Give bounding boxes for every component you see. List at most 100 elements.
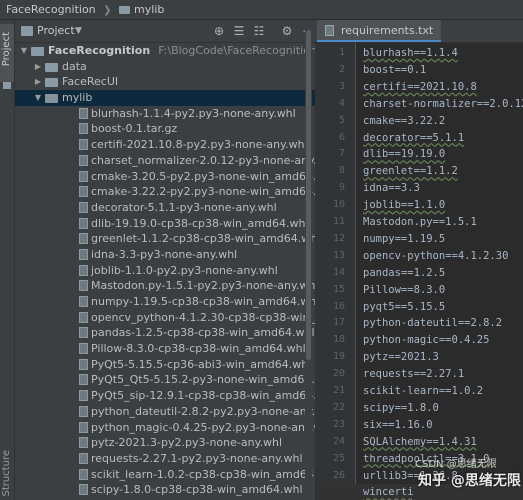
tree-file[interactable]: pandas-1.2.5-cp38-cp38-win_amd64.whl xyxy=(15,325,315,341)
tree-file[interactable]: dlib-19.19.0-cp38-cp38-win_amd64.whl xyxy=(15,216,315,232)
file-icon xyxy=(79,201,88,213)
tree-file[interactable]: decorator-5.1.1-py3-none-any.whl xyxy=(15,200,315,216)
chevron-down-icon[interactable]: ▼ xyxy=(33,90,43,106)
project-tree: ▼ FaceRecognition F:\BlogCode\FaceRecogni… xyxy=(15,43,315,498)
file-icon xyxy=(79,123,88,135)
tree-file[interactable]: pytz-2021.3-py2.py3-none-any.whl xyxy=(15,435,315,451)
tree-file[interactable]: python_dateutil-2.8.2-py2.py3-none-any.w… xyxy=(15,404,315,420)
tree-file[interactable]: requests-2.27.1-py2.py3-none-any.whl xyxy=(15,451,315,467)
tree-file[interactable]: certifi-2021.10.8-py2.py3-none-any.whl xyxy=(15,137,315,153)
file-icon xyxy=(79,311,88,323)
tree-file[interactable]: scikit_learn-1.0.2-cp38-cp38-win_amd64.w… xyxy=(15,467,315,483)
folder-label: mylib xyxy=(62,91,93,105)
code-line: certifi==2021.10.8 xyxy=(363,80,477,93)
tree-file[interactable]: python_magic-0.4.25-py2.py3-none-any.whl xyxy=(15,420,315,436)
tree-file[interactable]: idna-3.3-py3-none-any.whl xyxy=(15,247,315,263)
editor: requirements.txt 1 2 3 4 5 6 7 8 9 10 11 12 13 14 15 16… xyxy=(315,20,523,500)
tree-file[interactable]: PyQt5-5.15.5-cp36-abi3-win_amd64.whl xyxy=(15,357,315,373)
file-icon xyxy=(79,468,88,480)
line-number: 20 xyxy=(332,368,345,380)
line-number: 18 xyxy=(332,334,345,346)
tree-file[interactable]: cmake-3.20.5-py2.py3-none-win_amd64.whl xyxy=(15,169,315,185)
tree-file[interactable]: Mastodon.py-1.5.1-py2.py3-none-any.whl xyxy=(15,278,315,294)
line-number: 13 xyxy=(332,249,345,261)
folder-icon xyxy=(31,47,44,56)
tree-file[interactable]: opencv_python-4.1.2.30-cp38-cp38-win_amd… xyxy=(15,310,315,326)
file-label: charset_normalizer-2.0.12-py3-none-any.w… xyxy=(91,153,315,167)
chevron-right-icon[interactable]: ▶ xyxy=(33,74,43,90)
tree-file[interactable]: numpy-1.19.5-cp38-cp38-win_amd64.whl xyxy=(15,294,315,310)
tree-file[interactable]: boost-0.1.tar.gz xyxy=(15,121,315,137)
tree-file[interactable]: charset_normalizer-2.0.12-py3-none-any.w… xyxy=(15,153,315,169)
file-icon xyxy=(79,139,88,151)
gear-icon[interactable]: ⚙ xyxy=(279,23,295,39)
tree-file[interactable]: blurhash-1.1.4-py2.py3-none-any.whl xyxy=(15,106,315,122)
file-icon xyxy=(79,217,88,229)
file-label: Pillow-8.3.0-cp38-cp38-win_amd64.whl xyxy=(91,342,306,356)
tree-folder-facerecui[interactable]: ▶ FaceRecUI xyxy=(15,74,315,90)
collapse-icon[interactable]: ☷ xyxy=(251,23,267,39)
file-label: decorator-5.1.1-py3-none-any.whl xyxy=(91,200,277,214)
tree-file[interactable]: scipy-1.8.0-cp38-cp38-win_amd64.whl xyxy=(15,482,315,498)
tree-folder-mylib[interactable]: ▼ mylib xyxy=(15,90,315,106)
tree-file[interactable]: Pillow-8.3.0-cp38-cp38-win_amd64.whl xyxy=(15,341,315,357)
file-label: python_magic-0.4.25-py2.py3-none-any.whl xyxy=(91,420,315,434)
project-tab-label: Project xyxy=(1,32,12,67)
line-number: 6 xyxy=(338,131,345,143)
file-label: opencv_python-4.1.2.30-cp38-cp38-win_amd… xyxy=(91,310,315,324)
file-label: pandas-1.2.5-cp38-cp38-win_amd64.whl xyxy=(91,326,315,340)
file-label: python_dateutil-2.8.2-py2.py3-none-any.w… xyxy=(91,404,315,418)
file-label: scipy-1.8.0-cp38-cp38-win_amd64.whl xyxy=(91,483,303,497)
target-icon[interactable]: ⊕ xyxy=(211,23,227,39)
folder-icon xyxy=(45,78,58,88)
chevron-down-icon[interactable]: ▼ xyxy=(75,20,82,42)
line-number-gutter: 1 2 3 4 5 6 7 8 9 10 11 12 13 14 15 16 17 18 19 20 21 22 23 24 2… xyxy=(315,43,356,500)
breadcrumb-item-root[interactable]: FaceRecognition xyxy=(6,3,96,16)
tree-file[interactable]: joblib-1.1.0-py2.py3-none-any.whl xyxy=(15,263,315,279)
file-icon xyxy=(79,296,88,307)
tree-file[interactable]: cmake-3.22.2-py2.py3-none-win_amd64.whl xyxy=(15,184,315,200)
file-label: boost-0.1.tar.gz xyxy=(91,122,178,136)
file-icon xyxy=(79,374,88,386)
code-line: python-magic==0.4.25 xyxy=(363,334,490,347)
project-tool-tab[interactable]: Project xyxy=(0,24,14,82)
structure-tab-label[interactable]: Structure xyxy=(1,450,12,497)
code-line: wincerti xyxy=(363,486,414,499)
line-number: 5 xyxy=(338,114,345,126)
tree-folder-data[interactable]: ▶ data xyxy=(15,59,315,75)
breadcrumb-item-mylib[interactable]: mylib xyxy=(134,3,164,16)
tree-file[interactable]: PyQt5_Qt5-5.15.2-py3-none-win_amd64.whl xyxy=(15,372,315,388)
line-number: 24 xyxy=(332,435,345,447)
expand-icon[interactable]: ☰ xyxy=(231,23,247,39)
line-number: 3 xyxy=(338,80,345,92)
breadcrumb-separator: ❯ xyxy=(103,5,112,16)
tree-file[interactable]: PyQt5_sip-12.9.1-cp38-cp38-win_amd64.whl xyxy=(15,388,315,404)
code-line: joblib==1.1.0 xyxy=(363,199,446,212)
code-line: python-dateutil==2.8.2 xyxy=(363,317,503,330)
root-name: FaceRecognition xyxy=(48,44,151,57)
tree-scrollbar[interactable] xyxy=(305,20,312,500)
file-icon xyxy=(79,280,88,292)
tree-file[interactable]: greenlet-1.1.2-cp38-cp38-win_amd64.whl xyxy=(15,231,315,247)
line-number: 16 xyxy=(332,300,345,312)
tree-root[interactable]: ▼ FaceRecognition F:\BlogCode\FaceRecogni… xyxy=(15,43,315,59)
scrollbar-thumb[interactable] xyxy=(306,30,311,360)
file-icon xyxy=(79,437,88,449)
code-line: SQLAlchemy==1.4.31 xyxy=(363,435,477,448)
chevron-right-icon[interactable]: ▶ xyxy=(33,59,43,75)
watermark-sub: CSDN @思绪无限 xyxy=(415,459,497,470)
code-line: dlib==19.19.0 xyxy=(363,148,446,161)
chevron-down-icon[interactable]: ▼ xyxy=(19,43,29,59)
folder-icon xyxy=(119,6,131,14)
file-label: numpy-1.19.5-cp38-cp38-win_amd64.whl xyxy=(91,295,315,308)
folder-icon xyxy=(3,82,11,89)
code-line: pyqt5==5.15.5 xyxy=(363,300,446,313)
code-line: greenlet==1.1.2 xyxy=(363,165,458,178)
line-number: 8 xyxy=(338,165,345,177)
panel-title[interactable]: Project xyxy=(37,20,75,42)
breadcrumb: FaceRecognition ❯ mylib xyxy=(0,0,523,20)
text-file-icon xyxy=(325,25,334,36)
code-line: pandas==1.2.5 xyxy=(363,266,446,279)
tab-requirements[interactable]: requirements.txt xyxy=(317,20,442,42)
file-label: cmake-3.22.2-py2.py3-none-win_amd64.whl xyxy=(91,185,315,199)
